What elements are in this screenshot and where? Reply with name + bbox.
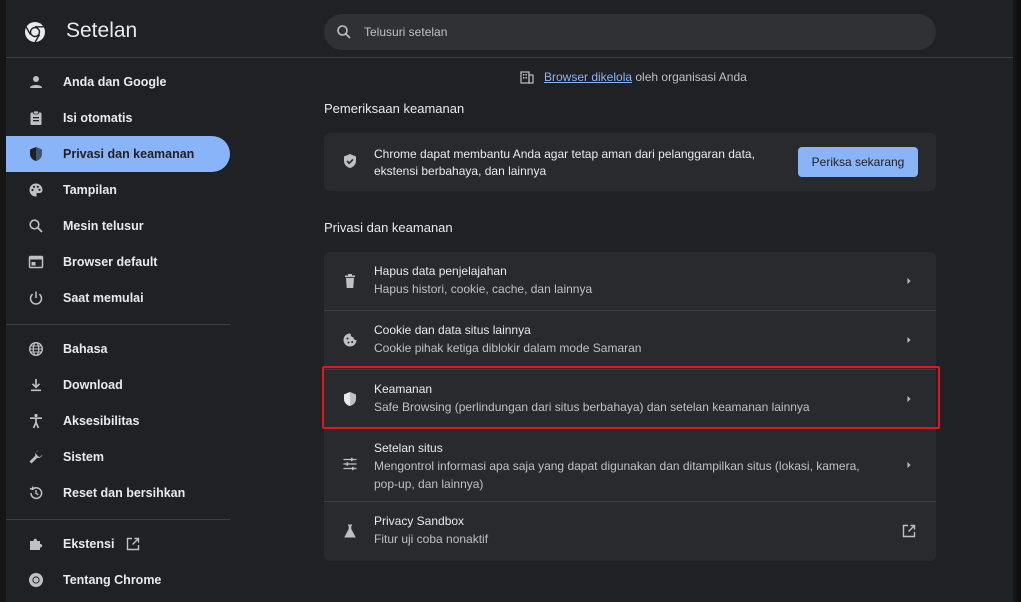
sidebar-item-reset[interactable]: Reset dan bersihkan (6, 475, 230, 511)
sidebar-item-label: Anda dan Google (63, 75, 167, 89)
sidebar-item-label: Reset dan bersihkan (63, 486, 186, 500)
settings-window: Setelan Anda dan Google Isi otomatis Pri… (6, 0, 1017, 602)
safety-check-row: Chrome dapat membantu Anda agar tetap am… (324, 133, 936, 191)
chevron-right-icon (907, 396, 911, 402)
row-subtitle: Cookie pihak ketiga diblokir dalam mode … (374, 341, 642, 355)
sidebar-item-label: Download (63, 378, 123, 392)
sidebar-divider (6, 324, 230, 325)
header: Setelan (6, 0, 1017, 58)
sidebar-item-about-chrome[interactable]: Tentang Chrome (6, 562, 230, 598)
cookie-icon (343, 333, 357, 347)
download-icon (31, 379, 41, 392)
search-icon (337, 25, 351, 39)
sidebar-item-appearance[interactable]: Tampilan (6, 172, 230, 208)
search-icon (29, 219, 43, 233)
sidebar-divider (6, 519, 230, 520)
clipboard-icon (30, 110, 42, 125)
sidebar-item-label: Saat memulai (63, 291, 144, 305)
privacy-card: Hapus data penjelajahan Hapus histori, c… (324, 252, 936, 561)
window-right-edge (1013, 0, 1017, 602)
sidebar-item-system[interactable]: Sistem (6, 439, 230, 475)
chevron-right-icon (907, 462, 911, 468)
building-icon (520, 71, 534, 84)
row-subtitle: Fitur uji coba nonaktif (374, 532, 489, 546)
chevron-right-icon (907, 278, 911, 284)
search-input[interactable] (364, 14, 904, 50)
palette-icon (29, 183, 43, 197)
trash-icon (345, 274, 355, 288)
row-site-settings[interactable]: Setelan situs Mengontrol informasi apa s… (324, 429, 936, 501)
search-box[interactable] (324, 14, 936, 50)
sidebar-item-on-startup[interactable]: Saat memulai (6, 280, 230, 316)
accessibility-icon (30, 413, 42, 429)
row-cookies[interactable]: Cookie dan data situs lainnya Cookie pih… (324, 311, 936, 369)
sidebar-item-default-browser[interactable]: Browser default (6, 244, 230, 280)
sidebar-item-languages[interactable]: Bahasa (6, 331, 230, 367)
row-title: Setelan situs (374, 441, 443, 455)
chevron-right-icon (907, 337, 911, 343)
chrome-icon (29, 573, 43, 587)
safety-check-card: Chrome dapat membantu Anda agar tetap am… (324, 133, 936, 191)
section-title-privacy: Privasi dan keamanan (324, 220, 453, 235)
globe-icon (28, 341, 44, 357)
chrome-logo-icon (25, 22, 45, 43)
row-title: Cookie dan data situs lainnya (374, 323, 531, 337)
history-icon (29, 486, 43, 500)
sidebar-item-search-engine[interactable]: Mesin telusur (6, 208, 230, 244)
row-subtitle: Safe Browsing (perlindungan dari situs b… (374, 400, 810, 414)
sidebar-item-label: Ekstensi (63, 537, 140, 551)
sidebar-item-label: Tampilan (63, 183, 117, 197)
managed-browser-link[interactable]: Browser dikelola (544, 70, 632, 84)
sidebar-item-label: Tentang Chrome (63, 573, 162, 587)
sidebar-item-label: Aksesibilitas (63, 414, 140, 428)
sidebar-item-downloads[interactable]: Download (6, 367, 230, 403)
shield-check-icon (344, 154, 356, 168)
browser-icon (28, 255, 44, 269)
sidebar-item-you-and-google[interactable]: Anda dan Google (6, 64, 230, 100)
open-in-new-icon (127, 537, 140, 551)
sidebar: Anda dan Google Isi otomatis Privasi dan… (6, 58, 236, 602)
row-privacy-sandbox[interactable]: Privacy Sandbox Fitur uji coba nonaktif (324, 502, 936, 561)
row-title: Hapus data penjelajahan (374, 264, 507, 278)
person-icon (30, 76, 42, 88)
safety-check-description: Chrome dapat membantu Anda agar tetap am… (374, 147, 755, 178)
sidebar-item-accessibility[interactable]: Aksesibilitas (6, 403, 230, 439)
sliders-icon (343, 457, 357, 471)
wrench-icon (29, 450, 43, 464)
shield-icon (30, 147, 42, 161)
puzzle-icon (30, 538, 43, 550)
sidebar-item-label: Bahasa (63, 342, 108, 356)
sidebar-item-label: Privasi dan keamanan (63, 147, 195, 161)
row-subtitle: Mengontrol informasi apa saja yang dapat… (374, 459, 860, 491)
sidebar-item-label: Isi otomatis (63, 111, 133, 125)
sidebar-item-label: Browser default (63, 255, 158, 269)
check-now-button[interactable]: Periksa sekarang (798, 147, 918, 177)
section-title-safety-check: Pemeriksaan keamanan (324, 101, 465, 116)
row-title: Keamanan (374, 382, 433, 396)
row-subtitle: Hapus histori, cookie, cache, dan lainny… (374, 282, 593, 296)
row-title: Privacy Sandbox (374, 514, 465, 528)
row-security[interactable]: Keamanan Safe Browsing (perlindungan dar… (324, 370, 936, 428)
row-clear-browsing-data[interactable]: Hapus data penjelajahan Hapus histori, c… (324, 252, 936, 310)
flask-icon (344, 524, 356, 538)
managed-suffix: oleh organisasi Anda (632, 70, 747, 84)
app-title: Setelan (66, 19, 138, 42)
power-icon (29, 291, 43, 305)
open-in-new-icon[interactable] (902, 524, 916, 538)
sidebar-item-privacy-security[interactable]: Privasi dan keamanan (6, 136, 230, 172)
sidebar-item-autofill[interactable]: Isi otomatis (6, 100, 230, 136)
sidebar-item-extensions[interactable]: Ekstensi (6, 526, 230, 562)
shield-icon (344, 392, 356, 406)
sidebar-item-label: Sistem (63, 450, 104, 464)
sidebar-item-label: Mesin telusur (63, 219, 144, 233)
